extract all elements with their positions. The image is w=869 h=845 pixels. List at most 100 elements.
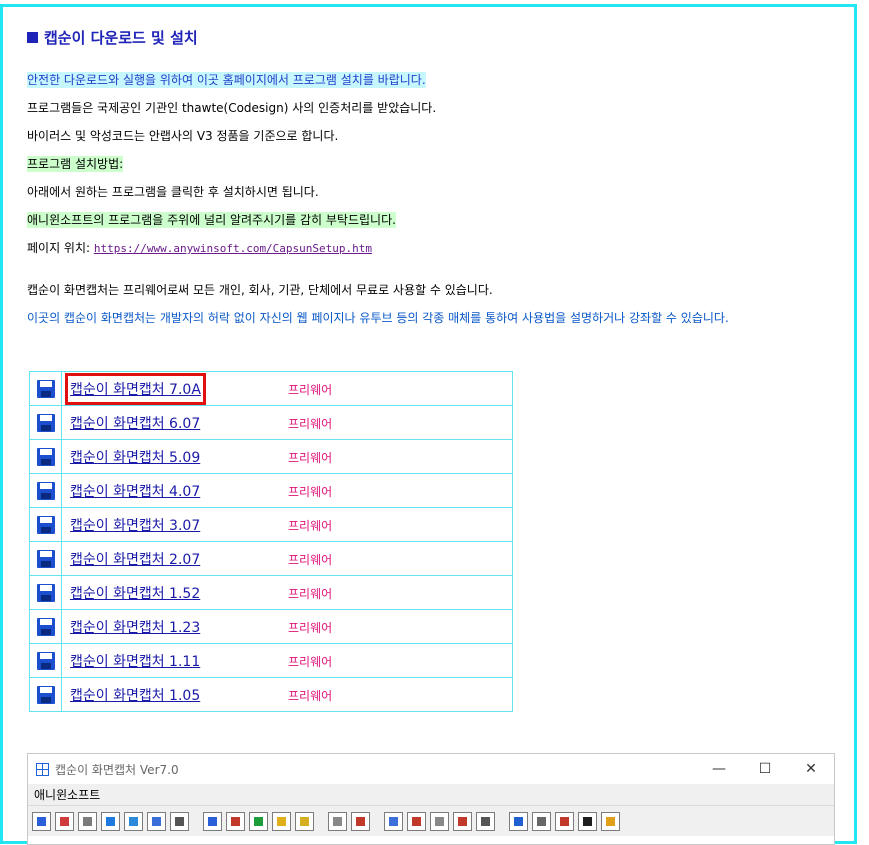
install-method-label: 프로그램 설치방법: [27, 156, 124, 172]
door-icon[interactable] [578, 811, 597, 831]
download-table: 캡순이 화면캡처 7.0A 프리웨어 캡순이 화면캡처 6.07 프리웨어 캡순이 화면… [29, 371, 513, 712]
updown-arrows-icon[interactable] [555, 811, 574, 831]
download-row: 캡순이 화면캡처 5.09 프리웨어 [29, 439, 513, 474]
download-icon-cell [29, 677, 62, 712]
download-row: 캡순이 화면캡처 6.07 프리웨어 [29, 405, 513, 440]
copy-icon[interactable] [407, 811, 426, 831]
window-controls: — ☐ ✕ [696, 761, 834, 777]
download-link[interactable]: 캡순이 화면캡처 3.07 [69, 513, 201, 537]
capture-circle-icon[interactable] [55, 811, 74, 831]
runner-icon[interactable] [249, 811, 268, 831]
floppy-disk-icon [36, 549, 55, 568]
license-label: 프리웨어 [288, 654, 333, 669]
download-name-cell: 캡순이 화면캡처 3.07 프리웨어 [61, 507, 513, 542]
capture-monitor-icon[interactable] [124, 811, 143, 831]
app-icon [36, 762, 49, 776]
download-name-cell: 캡순이 화면캡처 6.07 프리웨어 [61, 405, 513, 440]
capture-window-icon[interactable] [78, 811, 97, 831]
capture-region-icon[interactable] [32, 811, 51, 831]
download-link[interactable]: 캡순이 화면캡처 6.07 [69, 411, 201, 435]
download-link[interactable]: 캡순이 화면캡처 5.09 [69, 445, 201, 469]
floppy-disk-icon [36, 413, 55, 432]
license-label: 프리웨어 [288, 620, 333, 635]
download-link[interactable]: 캡순이 화면캡처 2.07 [69, 547, 201, 571]
floppy-disk-icon [36, 447, 55, 466]
list-icon[interactable] [532, 811, 551, 831]
download-icon-cell [29, 405, 62, 440]
cert-line: 프로그램들은 국제공인 기관인 thawte(Codesign) 사의 인증처리… [27, 101, 437, 115]
license-label: 프리웨어 [288, 586, 333, 601]
download-name-cell: 캡순이 화면캡처 1.23 프리웨어 [61, 609, 513, 644]
eraser-alt-icon[interactable] [295, 811, 314, 831]
app-menubar: 애니윈소프트 [28, 784, 834, 805]
delete-document-icon[interactable] [351, 811, 370, 831]
antivirus-line: 바이러스 및 악성코드는 안랩사의 V3 정품을 기준으로 합니다. [27, 129, 339, 143]
freeware-line: 캡순이 화면캡처는 프리웨어로써 모든 개인, 회사, 기관, 단체에서 무료로… [27, 283, 493, 297]
download-row: 캡순이 화면캡처 1.23 프리웨어 [29, 609, 513, 644]
download-link[interactable]: 캡순이 화면캡처 1.52 [69, 581, 201, 605]
square-bullet-icon [27, 32, 38, 43]
tools-icon[interactable] [226, 811, 245, 831]
download-name-cell: 캡순이 화면캡처 1.05 프리웨어 [61, 677, 513, 712]
download-link[interactable]: 캡순이 화면캡처 7.0A [65, 372, 206, 405]
download-link[interactable]: 캡순이 화면캡처 1.11 [69, 649, 201, 673]
document-icon[interactable] [328, 811, 347, 831]
download-icon-cell [29, 473, 62, 508]
capture-fullscreen-icon[interactable] [101, 811, 120, 831]
app-title: 캡순이 화면캡처 Ver7.0 [55, 762, 179, 777]
page-title: 캡순이 다운로드 및 설치 [27, 27, 198, 48]
download-icon-cell [29, 643, 62, 678]
page-url-link[interactable]: https://www.anywinsoft.com/CapsunSetup.h… [94, 242, 372, 255]
floppy-disk-icon [36, 515, 55, 534]
license-label: 프리웨어 [288, 382, 333, 397]
download-row: 캡순이 화면캡처 3.07 프리웨어 [29, 507, 513, 542]
app-toolbar [28, 805, 834, 836]
magnifier-icon[interactable] [203, 811, 222, 831]
close-button[interactable]: ✕ [788, 761, 834, 777]
page-location: 페이지 위치: https://www.anywinsoft.com/Capsu… [27, 241, 373, 255]
download-row: 캡순이 화면캡처 7.0A 프리웨어 [29, 371, 513, 406]
download-icon-cell [29, 371, 62, 406]
download-link[interactable]: 캡순이 화면캡처 4.07 [69, 479, 201, 503]
download-name-cell: 캡순이 화면캡처 1.11 프리웨어 [61, 643, 513, 678]
maximize-button[interactable]: ☐ [742, 761, 788, 777]
capture-grid-icon[interactable] [170, 811, 189, 831]
download-name-cell: 캡순이 화면캡처 2.07 프리웨어 [61, 541, 513, 576]
license-label: 프리웨어 [288, 484, 333, 499]
eraser-icon[interactable] [272, 811, 291, 831]
download-row: 캡순이 화면캡처 1.52 프리웨어 [29, 575, 513, 610]
clipboard-icon[interactable] [453, 811, 472, 831]
floppy-disk-icon [36, 651, 55, 670]
download-name-cell: 캡순이 화면캡처 1.52 프리웨어 [61, 575, 513, 610]
paste-icon[interactable] [430, 811, 449, 831]
download-name-cell: 캡순이 화면캡처 4.07 프리웨어 [61, 473, 513, 508]
download-icon-cell [29, 541, 62, 576]
promote-line: 애니윈소프트의 프로그램을 주위에 널리 알려주시기를 감히 부탁드립니다. [27, 212, 396, 228]
floppy-disk-icon [36, 481, 55, 500]
download-row: 캡순이 화면캡처 1.11 프리웨어 [29, 643, 513, 678]
usage-line: 이곳의 캡순이 화면캡처는 개발자의 허락 없이 자신의 웹 페이지나 유투브 … [27, 311, 729, 325]
download-row: 캡순이 화면캡처 1.05 프리웨어 [29, 677, 513, 712]
license-label: 프리웨어 [288, 518, 333, 533]
notice-line: 안전한 다운로드와 실행을 위하여 이곳 홈페이지에서 프로그램 설치를 바랍니… [27, 72, 426, 88]
download-link[interactable]: 캡순이 화면캡처 1.05 [69, 683, 201, 707]
download-name-cell: 캡순이 화면캡처 7.0A 프리웨어 [61, 371, 513, 406]
open-folder-icon[interactable] [384, 811, 403, 831]
minimize-button[interactable]: — [696, 761, 742, 777]
download-link[interactable]: 캡순이 화면캡처 1.23 [69, 615, 201, 639]
download-icon-cell [29, 439, 62, 474]
download-icon-cell [29, 609, 62, 644]
print-icon[interactable] [476, 811, 495, 831]
license-label: 프리웨어 [288, 552, 333, 567]
capture-scroll-icon[interactable] [147, 811, 166, 831]
license-label: 프리웨어 [288, 450, 333, 465]
exit-icon[interactable] [601, 811, 620, 831]
download-icon-cell [29, 575, 62, 610]
download-name-cell: 캡순이 화면캡처 5.09 프리웨어 [61, 439, 513, 474]
floppy-disk-icon [36, 685, 55, 704]
download-icon-cell [29, 507, 62, 542]
sort-icon[interactable] [509, 811, 528, 831]
app-titlebar: 캡순이 화면캡처 Ver7.0 — ☐ ✕ [28, 754, 834, 784]
menu-anywinsoft[interactable]: 애니윈소프트 [34, 788, 100, 802]
app-window: 캡순이 화면캡처 Ver7.0 — ☐ ✕ 애니윈소프트 [27, 753, 835, 845]
